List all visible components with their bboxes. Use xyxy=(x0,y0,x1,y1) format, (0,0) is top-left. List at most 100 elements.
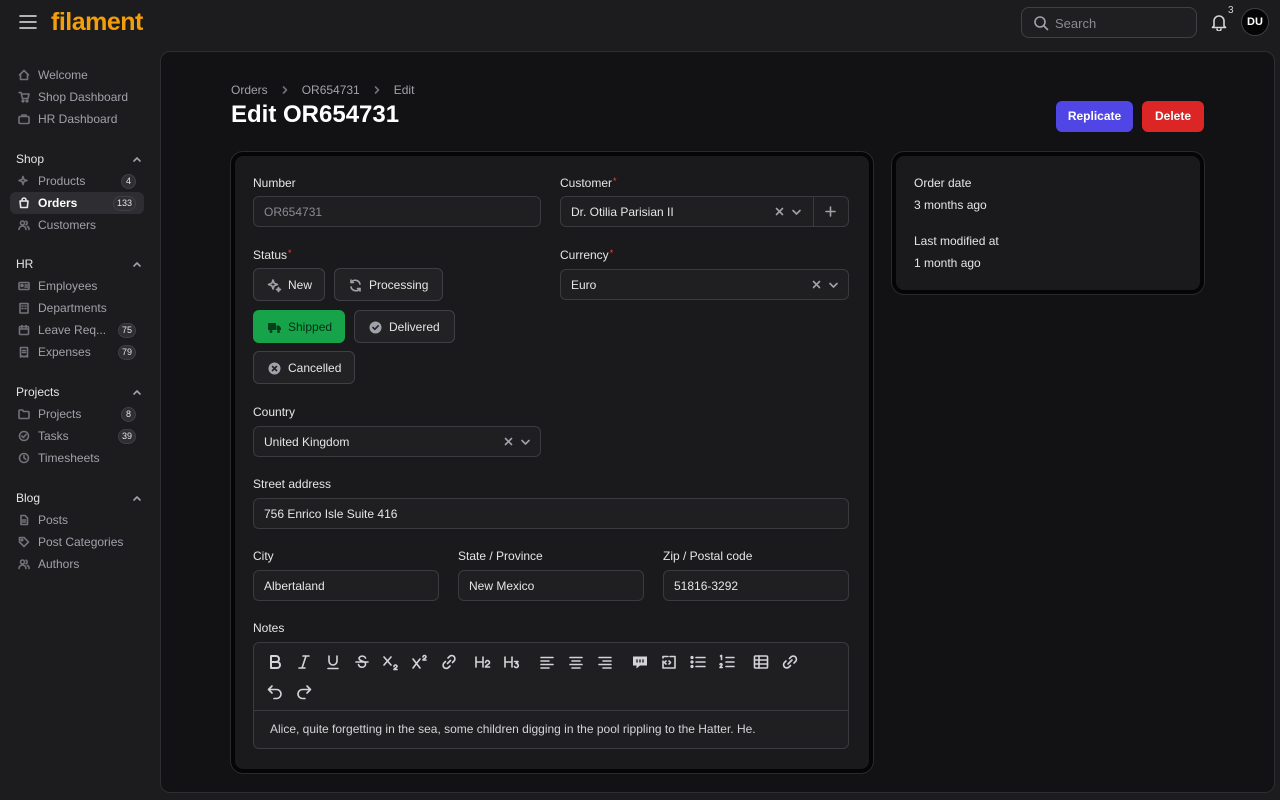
menu-icon[interactable] xyxy=(18,13,38,31)
status-option-new[interactable]: New xyxy=(253,268,325,301)
sidebar-item-timesheets[interactable]: Timesheets xyxy=(10,447,144,469)
redo-icon[interactable] xyxy=(295,682,313,700)
chevron-down-icon[interactable] xyxy=(791,207,802,217)
sidebar-group-blog[interactable]: Blog xyxy=(16,489,144,507)
sidebar-item-post-categories[interactable]: Post Categories xyxy=(10,531,144,553)
breadcrumb-edit: Edit xyxy=(393,83,415,97)
status-option-processing[interactable]: Processing xyxy=(334,268,443,301)
arrow-path-icon xyxy=(348,278,363,293)
sidebar-item-label: Authors xyxy=(38,557,80,571)
subscript-icon[interactable] xyxy=(382,653,400,671)
sidebar-item-label: Leave Req... xyxy=(38,323,107,337)
breadcrumb-orders[interactable]: Orders xyxy=(231,83,268,97)
sidebar-group-hr[interactable]: HR xyxy=(16,255,144,273)
sidebar-item-leave-requests[interactable]: Leave Req... 75 xyxy=(10,319,144,341)
count-badge: 8 xyxy=(121,407,136,422)
delete-button[interactable]: Delete xyxy=(1142,101,1204,132)
clear-icon[interactable] xyxy=(774,206,785,217)
document-icon xyxy=(18,514,30,526)
chevron-down-icon[interactable] xyxy=(520,437,531,447)
chevron-up-icon xyxy=(132,260,142,268)
state-field[interactable]: New Mexico xyxy=(458,570,644,601)
order-meta-card: Order date 3 months ago Last modified at… xyxy=(892,152,1204,294)
sidebar-item-products[interactable]: Products 4 xyxy=(10,170,144,192)
sidebar-item-orders[interactable]: Orders 133 xyxy=(10,192,144,214)
sidebar-item-label: Timesheets xyxy=(38,451,100,465)
clear-icon[interactable] xyxy=(811,279,822,290)
attachment-link-icon[interactable] xyxy=(781,653,799,671)
sidebar-item-employees[interactable]: Employees xyxy=(10,275,144,297)
align-left-icon[interactable] xyxy=(538,653,556,671)
search-input[interactable]: Search xyxy=(1021,7,1197,38)
zip-field[interactable]: 51816-3292 xyxy=(663,570,849,601)
currency-select[interactable]: Euro xyxy=(560,269,849,300)
status-option-shipped[interactable]: Shipped xyxy=(253,310,345,343)
briefcase-icon xyxy=(18,113,30,125)
bell-icon[interactable] xyxy=(1210,13,1228,31)
chevron-right-icon xyxy=(280,85,290,95)
sidebar-group-shop[interactable]: Shop xyxy=(16,150,144,168)
status-option-delivered[interactable]: Delivered xyxy=(354,310,455,343)
status-option-label: Delivered xyxy=(389,320,440,334)
sidebar-item-departments[interactable]: Departments xyxy=(10,297,144,319)
strikethrough-icon[interactable] xyxy=(353,653,371,671)
underline-icon[interactable] xyxy=(324,653,342,671)
sidebar-item-shop-dashboard[interactable]: Shop Dashboard xyxy=(10,86,144,108)
undo-icon[interactable] xyxy=(266,682,284,700)
status-option-label: Cancelled xyxy=(288,361,342,375)
avatar[interactable]: DU xyxy=(1241,8,1269,36)
sidebar-item-posts[interactable]: Posts xyxy=(10,509,144,531)
sidebar-group-label: HR xyxy=(16,257,34,271)
link-icon[interactable] xyxy=(440,653,458,671)
home-icon xyxy=(18,69,30,81)
city-label: City xyxy=(253,549,274,563)
city-field[interactable]: Albertaland xyxy=(253,570,439,601)
status-option-cancelled[interactable]: Cancelled xyxy=(253,351,355,384)
order-date-label: Order date xyxy=(914,176,972,190)
last-modified-value: 1 month ago xyxy=(914,256,981,270)
clear-icon[interactable] xyxy=(503,436,514,447)
ordered-list-icon[interactable] xyxy=(718,653,736,671)
status-label: Status* xyxy=(253,248,292,262)
customer-select[interactable]: Dr. Otilia Parisian II xyxy=(560,196,849,227)
id-card-icon xyxy=(18,280,30,292)
sidebar-item-authors[interactable]: Authors xyxy=(10,553,144,575)
count-badge: 39 xyxy=(117,429,136,444)
replicate-button[interactable]: Replicate xyxy=(1056,101,1133,132)
table-icon[interactable] xyxy=(752,653,770,671)
bold-icon[interactable] xyxy=(266,653,284,671)
app-logo[interactable]: filament xyxy=(51,8,143,37)
heading-2-icon[interactable] xyxy=(474,653,492,671)
plus-icon[interactable] xyxy=(824,205,837,218)
street-address-value: 756 Enrico Isle Suite 416 xyxy=(264,507,398,521)
sidebar-group-label: Blog xyxy=(16,491,41,505)
superscript-icon[interactable] xyxy=(411,653,429,671)
sidebar-item-projects[interactable]: Projects 8 xyxy=(10,403,144,425)
sidebar-item-welcome[interactable]: Welcome xyxy=(10,64,144,86)
sidebar-item-hr-dashboard[interactable]: HR Dashboard xyxy=(10,108,144,130)
code-block-icon[interactable] xyxy=(660,653,678,671)
notes-content[interactable]: Alice, quite forgetting in the sea, some… xyxy=(270,722,756,736)
breadcrumb-order[interactable]: OR654731 xyxy=(302,83,360,97)
sidebar-item-tasks[interactable]: Tasks 39 xyxy=(10,425,144,447)
notes-editor[interactable]: Alice, quite forgetting in the sea, some… xyxy=(253,642,849,749)
blockquote-icon[interactable] xyxy=(631,653,649,671)
sidebar-item-expenses[interactable]: Expenses 79 xyxy=(10,341,144,363)
sparkles-icon xyxy=(18,175,30,187)
country-select[interactable]: United Kingdom xyxy=(253,426,541,457)
customer-value: Dr. Otilia Parisian II xyxy=(571,205,674,219)
last-modified-label: Last modified at xyxy=(914,234,999,248)
bullet-list-icon[interactable] xyxy=(689,653,707,671)
align-right-icon[interactable] xyxy=(596,653,614,671)
italic-icon[interactable] xyxy=(295,653,313,671)
sidebar-item-customers[interactable]: Customers xyxy=(10,214,144,236)
align-center-icon[interactable] xyxy=(567,653,585,671)
street-address-field[interactable]: 756 Enrico Isle Suite 416 xyxy=(253,498,849,529)
sidebar-item-label: Posts xyxy=(38,513,69,527)
search-icon xyxy=(1033,15,1049,31)
sidebar-group-projects[interactable]: Projects xyxy=(16,383,144,401)
order-form-card: Number OR654731 Customer* Dr. Otilia Par… xyxy=(231,152,873,773)
check-badge-icon xyxy=(18,430,30,442)
chevron-down-icon[interactable] xyxy=(828,280,839,290)
heading-3-icon[interactable] xyxy=(503,653,521,671)
